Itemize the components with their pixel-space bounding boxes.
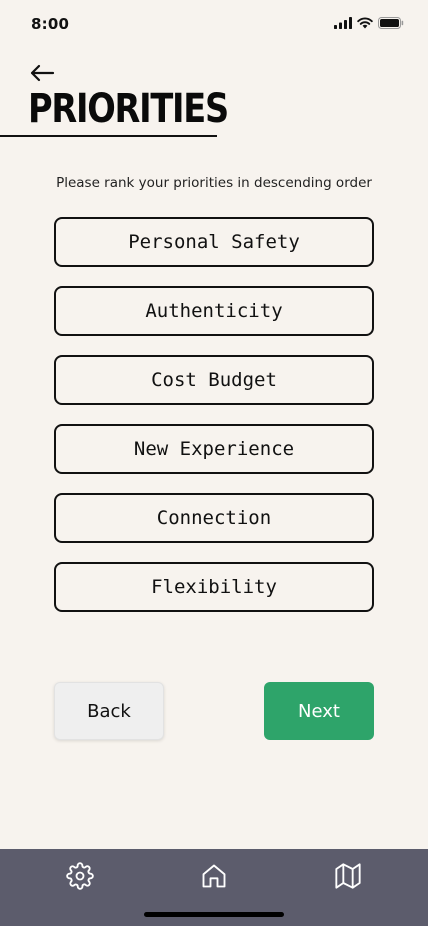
- map-icon[interactable]: [334, 862, 362, 890]
- wifi-icon: [357, 17, 373, 29]
- battery-icon: [378, 17, 404, 29]
- home-icon[interactable]: [200, 862, 228, 890]
- priority-item-authenticity[interactable]: Authenticity: [54, 286, 374, 336]
- page-title: PRIORITIES: [28, 86, 229, 132]
- status-time: 8:00: [31, 15, 70, 33]
- instructions-text: Please rank your priorities in descendin…: [56, 175, 372, 191]
- back-button[interactable]: Back: [54, 682, 164, 740]
- arrow-left-icon[interactable]: [28, 62, 56, 84]
- priority-item-new-experience[interactable]: New Experience: [54, 424, 374, 474]
- status-bar: 8:00: [0, 0, 428, 50]
- priority-item-cost-budget[interactable]: Cost Budget: [54, 355, 374, 405]
- priority-item-flexibility[interactable]: Flexibility: [54, 562, 374, 612]
- priority-list: Personal Safety Authenticity Cost Budget…: [54, 217, 374, 631]
- next-button[interactable]: Next: [264, 682, 374, 740]
- title-underline: [0, 135, 217, 137]
- priority-item-personal-safety[interactable]: Personal Safety: [54, 217, 374, 267]
- priority-item-connection[interactable]: Connection: [54, 493, 374, 543]
- settings-icon[interactable]: [66, 862, 94, 890]
- status-icons: [334, 17, 404, 29]
- bottom-nav: [0, 849, 428, 926]
- home-indicator: [144, 912, 284, 917]
- cellular-signal-icon: [334, 17, 352, 29]
